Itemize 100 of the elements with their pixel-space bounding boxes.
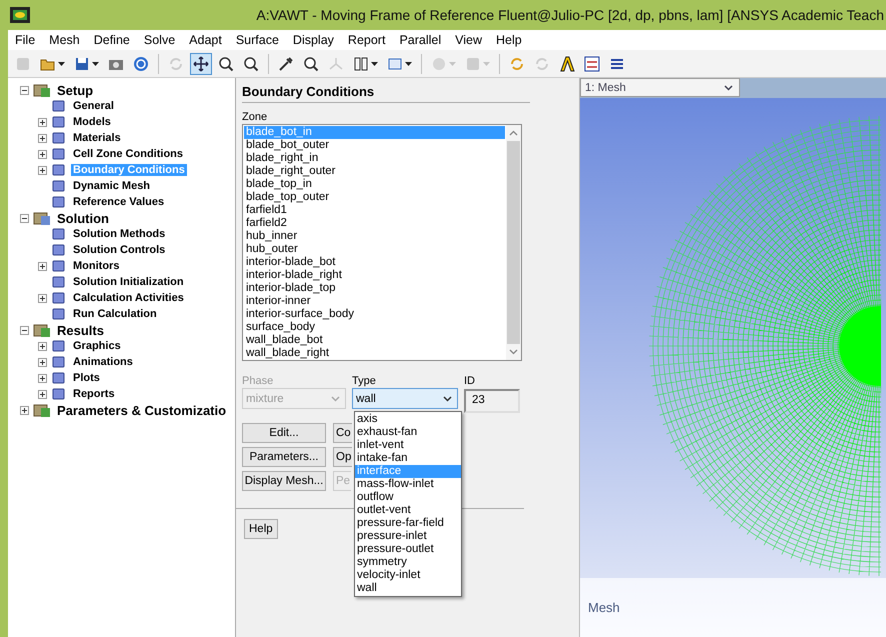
caret-icon: [92, 62, 99, 66]
logo-icon: [559, 56, 575, 72]
zone-item[interactable]: interior-surface_body: [244, 308, 505, 321]
tree-item[interactable]: Monitors: [71, 260, 122, 272]
dropdown-option[interactable]: intake-fan: [355, 452, 461, 465]
tree-item[interactable]: Cell Zone Conditions: [71, 148, 185, 160]
tree-node-icon: [51, 355, 67, 369]
menu-item[interactable]: Report: [346, 33, 386, 47]
zone-item[interactable]: hub_outer: [244, 243, 505, 256]
zone-item[interactable]: interior-blade_right: [244, 269, 505, 282]
zone-item[interactable]: blade_top_outer: [244, 191, 505, 204]
expander-toggle[interactable]: [20, 86, 29, 94]
zone-item[interactable]: hub_inner: [244, 230, 505, 243]
zone-item[interactable]: blade_right_in: [244, 152, 505, 165]
scrollbar[interactable]: [506, 125, 521, 360]
zone-item[interactable]: blade_bot_outer: [244, 139, 505, 152]
caret-icon: [449, 62, 456, 66]
zoom-icon: [243, 56, 259, 72]
menu-item[interactable]: Solve: [142, 33, 176, 47]
graphics-window-dropdown[interactable]: 1: Mesh: [580, 78, 740, 97]
zone-item[interactable]: interior-blade_top: [244, 282, 505, 295]
zone-item[interactable]: blade_right_outer: [244, 165, 505, 178]
panel-button[interactable]: Parameters...: [242, 447, 326, 467]
dropdown-option[interactable]: outlet-vent: [355, 504, 461, 517]
menu-item[interactable]: Display: [292, 33, 335, 47]
stop-icon: [15, 56, 31, 72]
tree-item[interactable]: Parameters & Customizatio: [55, 402, 228, 418]
save-icon: [74, 56, 90, 72]
dropdown-option[interactable]: mass-flow-inlet: [355, 478, 461, 491]
tree-item[interactable]: Results: [55, 322, 106, 338]
tree-item[interactable]: Solution Initialization: [71, 276, 186, 288]
dropdown-option[interactable]: pressure-outlet: [355, 543, 461, 556]
menu-item[interactable]: View: [454, 33, 484, 47]
menu-item[interactable]: Parallel: [398, 33, 442, 47]
folder-icon: [33, 402, 51, 418]
dropdown-option[interactable]: velocity-inlet: [355, 569, 461, 582]
dropdown-option[interactable]: inlet-vent: [355, 439, 461, 452]
expander-toggle[interactable]: [38, 134, 47, 142]
tree-item[interactable]: Plots: [71, 372, 102, 384]
menu-item[interactable]: File: [14, 33, 36, 47]
tree-item[interactable]: Reports: [71, 388, 117, 400]
expander-toggle[interactable]: [38, 150, 47, 158]
tree-item[interactable]: Setup: [55, 82, 96, 98]
tree-item[interactable]: Solution: [55, 210, 111, 226]
tree-item[interactable]: Animations: [71, 356, 135, 368]
tree-item[interactable]: Solution Controls: [71, 244, 168, 256]
panel-button[interactable]: Display Mesh...: [242, 471, 326, 491]
tree-item[interactable]: Dynamic Mesh: [71, 180, 152, 192]
expander-toggle[interactable]: [20, 406, 29, 414]
expander-toggle[interactable]: [38, 118, 47, 126]
zone-item[interactable]: wall_blade_bot: [244, 334, 505, 347]
help-button[interactable]: Help: [244, 519, 278, 539]
dropdown-option[interactable]: axis: [355, 413, 461, 426]
zone-item[interactable]: wall_blade_right: [244, 347, 505, 360]
expander-toggle[interactable]: [38, 358, 47, 366]
dropdown-option[interactable]: outflow: [355, 491, 461, 504]
zone-item[interactable]: blade_top_in: [244, 178, 505, 191]
square-icon: [465, 56, 481, 72]
tree-item[interactable]: Graphics: [71, 340, 123, 352]
tree-item[interactable]: Materials: [71, 132, 123, 144]
expander-toggle[interactable]: [20, 326, 29, 334]
tree-item[interactable]: Calculation Activities: [71, 292, 186, 304]
dropdown-option[interactable]: exhaust-fan: [355, 426, 461, 439]
panel-button[interactable]: Co: [333, 423, 352, 443]
expander-toggle[interactable]: [38, 166, 47, 174]
zone-item[interactable]: farfield1: [244, 204, 505, 217]
tree-item[interactable]: General: [71, 100, 116, 112]
menu-item[interactable]: Mesh: [48, 33, 81, 47]
dropdown-option[interactable]: pressure-inlet: [355, 530, 461, 543]
tree-node-icon: [51, 291, 67, 305]
graphics-viewport[interactable]: Mesh: [580, 98, 886, 637]
zone-item[interactable]: surface_body: [244, 321, 505, 334]
type-dropdown[interactable]: wall: [352, 388, 458, 409]
expander-toggle[interactable]: [38, 374, 47, 382]
dropdown-option[interactable]: wall: [355, 582, 461, 595]
id-field[interactable]: 23: [464, 389, 520, 413]
dropdown-option[interactable]: pressure-far-field: [355, 517, 461, 530]
expander-toggle[interactable]: [20, 214, 29, 222]
tree-item[interactable]: Reference Values: [71, 196, 166, 208]
tree-item[interactable]: Models: [71, 116, 113, 128]
tree-item[interactable]: Run Calculation: [71, 308, 159, 320]
zone-item[interactable]: interior-inner: [244, 295, 505, 308]
expander-toggle[interactable]: [38, 262, 47, 270]
menu-item[interactable]: Adapt: [188, 33, 223, 47]
folder-icon: [33, 82, 51, 98]
toolbar-button[interactable]: [190, 52, 212, 74]
expander-toggle[interactable]: [38, 390, 47, 398]
scroll-up-icon: [509, 130, 518, 136]
menu-item[interactable]: Surface: [234, 33, 280, 47]
tree-item[interactable]: Solution Methods: [71, 228, 168, 240]
panel-button[interactable]: Edit...: [242, 423, 326, 443]
zone-item[interactable]: interior-blade_bot: [244, 256, 505, 269]
zone-item[interactable]: farfield2: [244, 217, 505, 230]
dropdown-option[interactable]: symmetry: [355, 556, 461, 569]
expander-toggle[interactable]: [38, 342, 47, 350]
panel-button[interactable]: Op: [333, 447, 352, 467]
window-icon: [387, 56, 403, 72]
menu-item[interactable]: Help: [495, 33, 523, 47]
menu-item[interactable]: Define: [92, 33, 131, 47]
expander-toggle[interactable]: [38, 294, 47, 302]
